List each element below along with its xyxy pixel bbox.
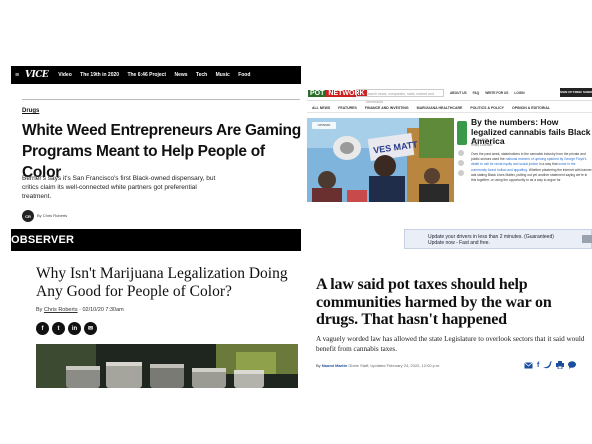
author-link[interactable]: Chris Roberts [44,307,78,313]
author-avatar: CR [22,210,34,222]
protest-photo-graphic: VES MATT [307,118,454,202]
author-byline[interactable]: By Chris Roberts [37,213,67,218]
byline-prefix: By [36,307,44,313]
email-icon[interactable]: ✉ [84,322,97,335]
link-faq[interactable]: FAQ [473,91,480,95]
link-write[interactable]: WRITE FOR US [485,91,508,95]
twitter-icon[interactable] [458,160,464,166]
nav-item-19th[interactable]: The 19th in 2020 [80,72,119,78]
link-about[interactable]: ABOUT US [450,91,467,95]
nav-item-tech[interactable]: Tech [196,72,207,78]
twitter-icon[interactable]: t [52,322,65,335]
author-byline: By Naomi Martin Globe Staff, Updated Feb… [316,363,440,368]
hamburger-icon[interactable]: ≡ [13,72,21,79]
share-buttons: f [524,361,577,369]
vice-logo[interactable]: VICE [25,70,49,80]
article-photo [36,344,298,388]
body-text: in a way that [538,162,559,167]
author-byline: By Chris Roberts · 02/10/20 7:30am [36,307,124,313]
publish-meta: Globe Staff, Updated February 24, 2020, … [347,363,441,368]
article-body: Over the past week, stakeholders in the … [471,152,592,183]
logo-pot: POT [308,89,327,97]
protest-photo: VES MATT [307,118,454,202]
jars-photo-graphic [36,344,298,388]
facebook-icon[interactable] [458,150,464,156]
opinion-label[interactable]: OPINION [312,122,336,129]
article-meta: July 6, 2020 Hilary Lockhart [471,138,492,147]
article-dek: A vaguely worded law has allowed the sta… [316,335,585,353]
email-icon[interactable] [458,170,464,176]
nav-all-news[interactable]: ALL NEWS [312,106,330,110]
share-buttons: f t in ✉ [36,322,97,335]
social-icons [458,150,464,176]
share-tab[interactable] [457,121,467,145]
nav-item-video[interactable]: Video [58,72,72,78]
twitter-icon[interactable] [543,361,553,369]
vice-nav: Video The 19th in 2020 The 6:46 Project … [58,72,257,78]
category-link[interactable]: Drugs [22,108,39,114]
nav-item-news[interactable]: News [174,72,187,78]
nav-opinion[interactable]: OPINION & EDITORIAL [512,106,550,110]
author-link[interactable]: Naomi Martin [322,363,347,368]
facebook-icon[interactable]: f [36,322,49,335]
nav-item-646[interactable]: The 6:46 Project [127,72,166,78]
section-nav: ALL NEWS FEATURES FINANCE AND INVESTING … [307,103,592,113]
nav-item-music[interactable]: Music [216,72,230,78]
comment-icon[interactable] [568,361,577,369]
nav-features[interactable]: FEATURES [338,106,357,110]
publish-date: · 02/10/20 7:30am [77,307,124,313]
facebook-icon[interactable]: f [537,362,539,369]
divider [22,99,300,100]
vice-top-bar: ≡ VICE Video The 19th in 2020 The 6:46 P… [11,66,301,84]
top-links: ABOUT US FAQ WRITE FOR US LOGIN [450,91,525,95]
nav-item-food[interactable]: Food [238,72,250,78]
search-input[interactable]: Search news, companies, stats, market an… [356,89,444,104]
ad-button[interactable] [582,235,592,243]
article-headline: A law said pot taxes should help communi… [316,276,552,328]
print-icon[interactable] [556,361,565,369]
email-icon[interactable] [524,361,533,369]
observer-masthead[interactable]: OBSERVER [11,229,301,251]
nav-finance[interactable]: FINANCE AND INVESTING [365,106,409,110]
ad-text: Update your drivers in less than 2 minut… [428,234,554,246]
article-dek: Berner's says it's San Francisco's first… [22,175,216,200]
nav-healthcare[interactable]: MARIJUANA HEALTHCARE [417,106,463,110]
linkedin-icon[interactable]: in [68,322,81,335]
author-link[interactable]: Hilary Lockhart [471,143,492,148]
link-login[interactable]: LOGIN [514,91,524,95]
article-headline: Why Isn't Marijuana Legalization Doing A… [36,265,288,300]
signup-button[interactable]: SIGN UP FREE! SUBMIT A LIST [560,88,592,97]
nav-politics[interactable]: POLITICS & POLICY [470,106,504,110]
